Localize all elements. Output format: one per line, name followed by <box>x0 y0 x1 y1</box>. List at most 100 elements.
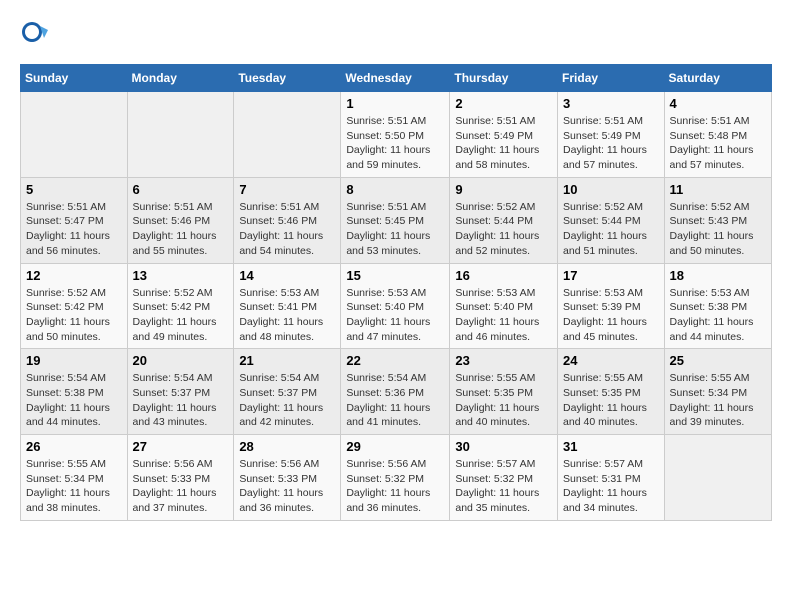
day-number: 19 <box>26 353 122 368</box>
day-info: Sunrise: 5:56 AM Sunset: 5:33 PM Dayligh… <box>239 457 335 516</box>
calendar-cell: 2 Sunrise: 5:51 AM Sunset: 5:49 PM Daylig… <box>450 92 558 178</box>
calendar-cell: 18 Sunrise: 5:53 AM Sunset: 5:38 PM Dayli… <box>664 263 771 349</box>
day-number: 31 <box>563 439 659 454</box>
calendar-header-row: SundayMondayTuesdayWednesdayThursdayFrid… <box>21 65 772 92</box>
day-info: Sunrise: 5:51 AM Sunset: 5:49 PM Dayligh… <box>455 114 552 173</box>
day-number: 13 <box>133 268 229 283</box>
calendar-cell: 16 Sunrise: 5:53 AM Sunset: 5:40 PM Dayli… <box>450 263 558 349</box>
day-number: 29 <box>346 439 444 454</box>
day-header: Wednesday <box>341 65 450 92</box>
calendar-cell: 21Sunrise: 5:54 AM Sunset: 5:37 PM Dayli… <box>234 349 341 435</box>
day-info: Sunrise: 5:53 AM Sunset: 5:38 PM Dayligh… <box>670 286 766 345</box>
day-info: Sunrise: 5:51 AM Sunset: 5:48 PM Dayligh… <box>670 114 766 173</box>
calendar-cell: 13 Sunrise: 5:52 AM Sunset: 5:42 PM Dayli… <box>127 263 234 349</box>
calendar-week-row: 26 Sunrise: 5:55 AM Sunset: 5:34 PM Dayli… <box>21 435 772 521</box>
day-number: 24 <box>563 353 659 368</box>
day-info: Sunrise: 5:53 AM Sunset: 5:40 PM Dayligh… <box>346 286 444 345</box>
day-info: Sunrise: 5:56 AM Sunset: 5:32 PM Dayligh… <box>346 457 444 516</box>
calendar-cell: 3 Sunrise: 5:51 AM Sunset: 5:49 PM Daylig… <box>558 92 665 178</box>
day-number: 7 <box>239 182 335 197</box>
day-number: 17 <box>563 268 659 283</box>
day-info: Sunrise: 5:51 AM Sunset: 5:46 PM Dayligh… <box>239 200 335 259</box>
calendar-cell: 15Sunrise: 5:53 AM Sunset: 5:40 PM Dayli… <box>341 263 450 349</box>
calendar-cell: 8 Sunrise: 5:51 AM Sunset: 5:45 PM Daylig… <box>341 177 450 263</box>
calendar-cell: 25Sunrise: 5:55 AM Sunset: 5:34 PM Dayli… <box>664 349 771 435</box>
calendar-week-row: 1 Sunrise: 5:51 AM Sunset: 5:50 PM Daylig… <box>21 92 772 178</box>
calendar-cell: 14 Sunrise: 5:53 AM Sunset: 5:41 PM Dayli… <box>234 263 341 349</box>
day-number: 23 <box>455 353 552 368</box>
calendar-table: SundayMondayTuesdayWednesdayThursdayFrid… <box>20 64 772 521</box>
day-number: 2 <box>455 96 552 111</box>
day-number: 10 <box>563 182 659 197</box>
day-info: Sunrise: 5:54 AM Sunset: 5:36 PM Dayligh… <box>346 371 444 430</box>
day-number: 26 <box>26 439 122 454</box>
calendar-cell: 22Sunrise: 5:54 AM Sunset: 5:36 PM Dayli… <box>341 349 450 435</box>
calendar-cell: 6 Sunrise: 5:51 AM Sunset: 5:46 PM Daylig… <box>127 177 234 263</box>
day-info: Sunrise: 5:53 AM Sunset: 5:41 PM Dayligh… <box>239 286 335 345</box>
day-number: 30 <box>455 439 552 454</box>
calendar-cell: 12 Sunrise: 5:52 AM Sunset: 5:42 PM Dayli… <box>21 263 128 349</box>
day-info: Sunrise: 5:57 AM Sunset: 5:31 PM Dayligh… <box>563 457 659 516</box>
day-info: Sunrise: 5:55 AM Sunset: 5:35 PM Dayligh… <box>455 371 552 430</box>
calendar-cell: 27 Sunrise: 5:56 AM Sunset: 5:33 PM Dayli… <box>127 435 234 521</box>
day-info: Sunrise: 5:52 AM Sunset: 5:44 PM Dayligh… <box>455 200 552 259</box>
calendar-cell <box>127 92 234 178</box>
day-info: Sunrise: 5:56 AM Sunset: 5:33 PM Dayligh… <box>133 457 229 516</box>
calendar-cell: 11 Sunrise: 5:52 AM Sunset: 5:43 PM Dayli… <box>664 177 771 263</box>
calendar-cell: 19 Sunrise: 5:54 AM Sunset: 5:38 PM Dayli… <box>21 349 128 435</box>
day-info: Sunrise: 5:52 AM Sunset: 5:42 PM Dayligh… <box>26 286 122 345</box>
day-info: Sunrise: 5:57 AM Sunset: 5:32 PM Dayligh… <box>455 457 552 516</box>
day-info: Sunrise: 5:52 AM Sunset: 5:42 PM Dayligh… <box>133 286 229 345</box>
day-info: Sunrise: 5:51 AM Sunset: 5:45 PM Dayligh… <box>346 200 444 259</box>
calendar-cell: 1 Sunrise: 5:51 AM Sunset: 5:50 PM Daylig… <box>341 92 450 178</box>
calendar-cell: 23 Sunrise: 5:55 AM Sunset: 5:35 PM Dayli… <box>450 349 558 435</box>
day-number: 5 <box>26 182 122 197</box>
calendar-cell: 10 Sunrise: 5:52 AM Sunset: 5:44 PM Dayli… <box>558 177 665 263</box>
day-header: Saturday <box>664 65 771 92</box>
calendar-cell: 24 Sunrise: 5:55 AM Sunset: 5:35 PM Dayli… <box>558 349 665 435</box>
calendar-cell: 5 Sunrise: 5:51 AM Sunset: 5:47 PM Daylig… <box>21 177 128 263</box>
calendar-cell: 28 Sunrise: 5:56 AM Sunset: 5:33 PM Dayli… <box>234 435 341 521</box>
day-info: Sunrise: 5:52 AM Sunset: 5:44 PM Dayligh… <box>563 200 659 259</box>
day-info: Sunrise: 5:53 AM Sunset: 5:40 PM Dayligh… <box>455 286 552 345</box>
calendar-cell <box>234 92 341 178</box>
calendar-body: 1 Sunrise: 5:51 AM Sunset: 5:50 PM Daylig… <box>21 92 772 521</box>
day-info: Sunrise: 5:52 AM Sunset: 5:43 PM Dayligh… <box>670 200 766 259</box>
calendar-cell: 17 Sunrise: 5:53 AM Sunset: 5:39 PM Dayli… <box>558 263 665 349</box>
day-info: Sunrise: 5:53 AM Sunset: 5:39 PM Dayligh… <box>563 286 659 345</box>
calendar-week-row: 12 Sunrise: 5:52 AM Sunset: 5:42 PM Dayli… <box>21 263 772 349</box>
day-number: 9 <box>455 182 552 197</box>
day-number: 18 <box>670 268 766 283</box>
day-number: 4 <box>670 96 766 111</box>
calendar-cell: 9 Sunrise: 5:52 AM Sunset: 5:44 PM Daylig… <box>450 177 558 263</box>
day-info: Sunrise: 5:55 AM Sunset: 5:35 PM Dayligh… <box>563 371 659 430</box>
day-number: 12 <box>26 268 122 283</box>
day-number: 6 <box>133 182 229 197</box>
calendar-cell: 4 Sunrise: 5:51 AM Sunset: 5:48 PM Daylig… <box>664 92 771 178</box>
day-number: 14 <box>239 268 335 283</box>
day-header: Friday <box>558 65 665 92</box>
day-number: 3 <box>563 96 659 111</box>
logo <box>20 20 52 48</box>
day-number: 16 <box>455 268 552 283</box>
day-info: Sunrise: 5:51 AM Sunset: 5:49 PM Dayligh… <box>563 114 659 173</box>
day-header: Thursday <box>450 65 558 92</box>
day-number: 21 <box>239 353 335 368</box>
day-info: Sunrise: 5:51 AM Sunset: 5:50 PM Dayligh… <box>346 114 444 173</box>
day-info: Sunrise: 5:55 AM Sunset: 5:34 PM Dayligh… <box>670 371 766 430</box>
day-number: 1 <box>346 96 444 111</box>
day-header: Monday <box>127 65 234 92</box>
day-number: 8 <box>346 182 444 197</box>
day-info: Sunrise: 5:55 AM Sunset: 5:34 PM Dayligh… <box>26 457 122 516</box>
calendar-week-row: 19 Sunrise: 5:54 AM Sunset: 5:38 PM Dayli… <box>21 349 772 435</box>
page-header <box>20 20 772 48</box>
day-number: 27 <box>133 439 229 454</box>
day-info: Sunrise: 5:54 AM Sunset: 5:38 PM Dayligh… <box>26 371 122 430</box>
day-number: 28 <box>239 439 335 454</box>
day-info: Sunrise: 5:51 AM Sunset: 5:46 PM Dayligh… <box>133 200 229 259</box>
calendar-cell: 20Sunrise: 5:54 AM Sunset: 5:37 PM Dayli… <box>127 349 234 435</box>
day-number: 11 <box>670 182 766 197</box>
calendar-cell: 7 Sunrise: 5:51 AM Sunset: 5:46 PM Daylig… <box>234 177 341 263</box>
logo-icon <box>20 20 48 48</box>
day-info: Sunrise: 5:51 AM Sunset: 5:47 PM Dayligh… <box>26 200 122 259</box>
